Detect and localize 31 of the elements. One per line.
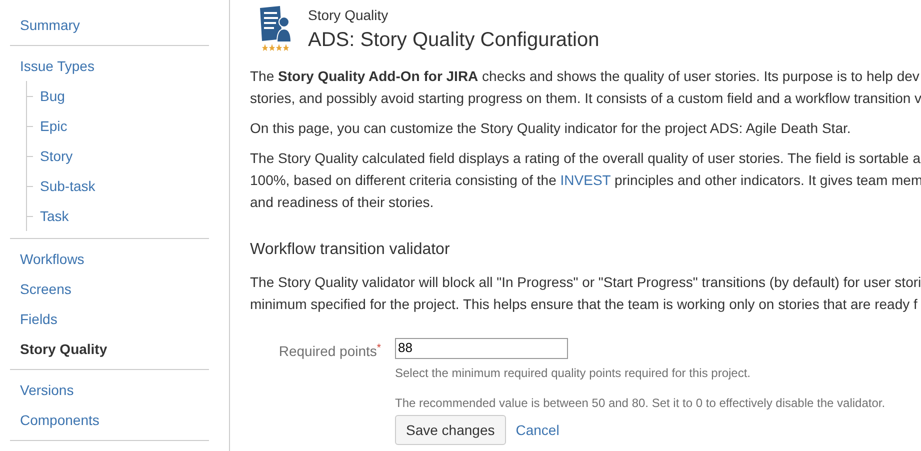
help-text: Select the minimum required quality points required for this project. (395, 364, 752, 380)
invest-link[interactable]: INVEST (560, 172, 611, 188)
help-text: The recommended value is between 50 and 80. Set it to 0 to effectively disable the validator. (395, 394, 886, 410)
field-label: Required points (278, 343, 377, 359)
sidebar-item[interactable]: Epic (40, 111, 68, 141)
sidebar-item[interactable]: Fields (20, 304, 209, 334)
points-input[interactable]: 88 (395, 338, 568, 358)
sidebar-item[interactable]: Components (20, 405, 209, 435)
required-mark: * (376, 342, 381, 354)
sidebar-item[interactable]: Versions (20, 375, 209, 405)
sidebar-item[interactable]: Story (40, 141, 73, 171)
sidebar-item[interactable]: Bug (40, 81, 65, 111)
sidebar-item[interactable]: Screens (20, 274, 209, 304)
paragraph-line: and readiness of their stories. (250, 193, 435, 212)
paragraph-line: The Story Quality validator will block all "In Progress" or "Start Progress" transitions (by default) for user stori (250, 273, 921, 292)
section-heading: Workflow transition validator (250, 240, 451, 260)
save-button[interactable]: Save changes (395, 414, 506, 444)
page-subtitle: Story Quality (308, 6, 390, 25)
page-title: ADS: Story Quality Configuration (308, 28, 600, 53)
paragraph-line: The Story Quality Add-On for JIRA checks and shows the quality of user stories. Its purpose is to help dev (250, 67, 920, 86)
paragraph-line: The Story Quality calculated field displays a rating of the overall quality of user stories. The field is sortable a (250, 149, 921, 168)
paragraph-line: On this page, you can customize the Story Quality indicator for the project ADS: Agile Death Star. (250, 119, 852, 138)
sidebar-item[interactable]: Sub-task (40, 171, 96, 201)
document-person-icon (258, 5, 292, 51)
cancel-link[interactable]: Cancel (516, 418, 560, 440)
sidebar-item[interactable]: Story Quality (20, 334, 209, 364)
sidebar-item[interactable]: Task (40, 201, 69, 231)
sidebar-item[interactable]: Issue Types (20, 51, 209, 81)
sidebar-item[interactable]: Summary (20, 10, 209, 40)
paragraph-line: minimum specified for the project. This helps ensure that the team is working only on stories that are ready f (250, 295, 918, 314)
sidebar-item[interactable]: Workflows (20, 244, 209, 274)
